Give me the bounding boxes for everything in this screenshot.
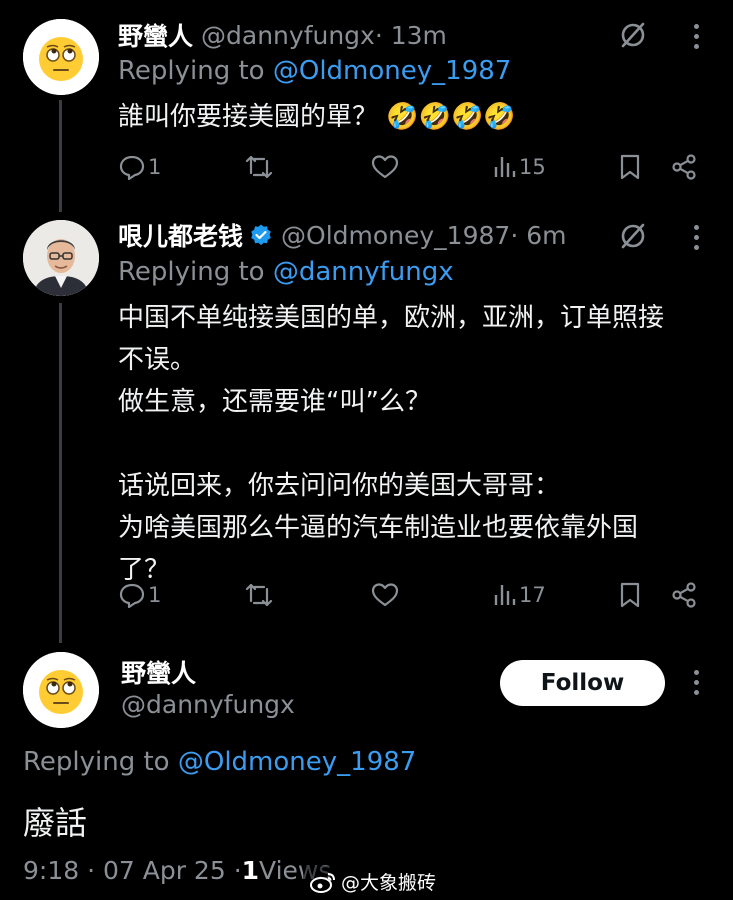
- views-icon: [494, 157, 516, 177]
- watermark-text: @大象搬砖: [341, 872, 437, 894]
- avatar[interactable]: [23, 652, 99, 728]
- views-icon: [494, 585, 516, 605]
- thread-line: [59, 100, 62, 212]
- replying-to-label: Replying to: [118, 56, 273, 86]
- share-icon: [672, 582, 696, 608]
- retweet-button[interactable]: [244, 153, 274, 181]
- replying-to-link[interactable]: @dannyfungx: [273, 257, 454, 287]
- weibo-logo-icon: [310, 872, 335, 893]
- views-button[interactable]: 15: [493, 153, 546, 181]
- views-count: 17: [519, 583, 546, 607]
- share-icon: [672, 154, 696, 180]
- replying-to-link[interactable]: @Oldmoney_1987: [178, 747, 416, 777]
- replying-to: Replying to @Oldmoney_1987: [118, 56, 511, 86]
- reply-button[interactable]: 1: [118, 581, 161, 609]
- reply-count: 1: [148, 583, 162, 607]
- more-icon[interactable]: [691, 24, 701, 49]
- replying-to: Replying to @Oldmoney_1987: [23, 747, 416, 777]
- view-count: 1: [241, 856, 260, 885]
- more-icon[interactable]: [691, 225, 701, 250]
- eye-roll-emoji-avatar: [23, 652, 99, 728]
- main-display-name[interactable]: 野蠻人: [121, 654, 196, 690]
- bookmark-icon: [620, 154, 640, 180]
- grok-icon[interactable]: [618, 221, 648, 255]
- follow-button[interactable]: Follow: [500, 660, 665, 706]
- user-handle[interactable]: @dannyfungx: [121, 690, 295, 719]
- user-handle[interactable]: @Oldmoney_1987: [281, 221, 510, 250]
- replying-to-label: Replying to: [118, 257, 273, 287]
- like-icon: [371, 583, 399, 607]
- main-tweet-text: 廢話: [23, 804, 88, 842]
- reply-icon: [119, 583, 145, 609]
- replying-to-label: Replying to: [23, 747, 178, 777]
- timestamp[interactable]: · 13m: [375, 21, 447, 50]
- tweet-header: 野蠻人 @dannyfungx · 13m: [118, 17, 447, 53]
- bookmark-button[interactable]: [618, 153, 642, 181]
- tweet-text: 中国不单纯接美国的单，欧洲，亚洲，订单照接 不误。 做生意，还需要谁“叫”么？ …: [118, 303, 665, 585]
- display-name[interactable]: 野蠻人: [118, 17, 193, 53]
- like-icon: [371, 155, 399, 179]
- share-button[interactable]: [670, 581, 698, 609]
- like-button[interactable]: [370, 581, 400, 609]
- views-button[interactable]: 17: [493, 581, 546, 609]
- avatar[interactable]: [23, 220, 99, 296]
- profile-photo-avatar: [23, 220, 99, 296]
- tweet-timestamp[interactable]: 9:18 · 07 Apr 25 ·: [23, 856, 242, 885]
- replying-to-link[interactable]: @Oldmoney_1987: [273, 56, 511, 86]
- main-user-handle[interactable]: @dannyfungx: [121, 690, 295, 719]
- replying-to: Replying to @dannyfungx: [118, 257, 454, 287]
- avatar[interactable]: [23, 19, 99, 95]
- bookmark-button[interactable]: [618, 581, 642, 609]
- display-name[interactable]: 野蠻人: [121, 659, 196, 688]
- timestamp[interactable]: · 6m: [510, 221, 566, 250]
- retweet-icon: [245, 155, 273, 179]
- reply-count: 1: [148, 155, 162, 179]
- watermark: @大象搬砖: [303, 866, 443, 897]
- retweet-icon: [245, 583, 273, 607]
- display-name[interactable]: 哏儿都老钱: [118, 217, 243, 253]
- retweet-button[interactable]: [244, 581, 274, 609]
- user-handle[interactable]: @dannyfungx: [201, 21, 375, 50]
- share-button[interactable]: [670, 153, 698, 181]
- bookmark-icon: [620, 582, 640, 608]
- like-button[interactable]: [370, 153, 400, 181]
- tweet-text: 誰叫你要接美國的單？ 🤣🤣🤣🤣: [118, 102, 516, 132]
- reply-button[interactable]: 1: [118, 153, 161, 181]
- views-count: 15: [519, 155, 546, 179]
- more-icon[interactable]: [691, 670, 701, 695]
- reply-icon: [119, 155, 145, 181]
- eye-roll-emoji-avatar: [23, 19, 99, 95]
- thread-line: [59, 303, 62, 643]
- tweet-meta: 9:18 · 07 Apr 25 · 1 Views: [23, 856, 331, 885]
- grok-icon[interactable]: [618, 20, 648, 54]
- verified-badge-icon: [251, 224, 271, 246]
- tweet-header: 哏儿都老钱 @Oldmoney_1987 · 6m: [118, 217, 566, 253]
